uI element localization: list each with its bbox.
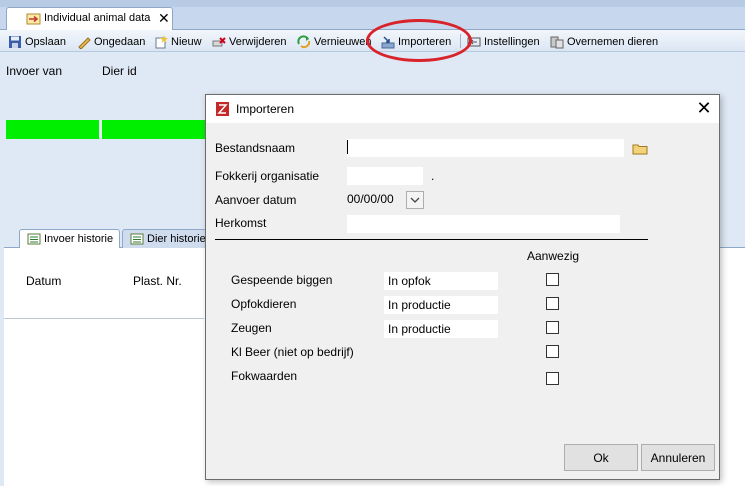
row-label-zeugen: Zeugen: [231, 321, 272, 335]
window-top-band: [0, 0, 745, 7]
aanwezig-checkbox-gespeende-biggen[interactable]: [546, 273, 559, 286]
invoer-historie-label: Invoer historie: [44, 233, 114, 245]
dialog-title: Importeren: [236, 102, 295, 116]
settings-button[interactable]: Instellingen: [467, 33, 540, 50]
status-field-zeugen[interactable]: In productie: [384, 320, 498, 338]
status-field-gespeende-biggen[interactable]: In opfok: [384, 272, 498, 290]
undo-label: Ongedaan: [94, 35, 146, 48]
refresh-button[interactable]: Vernieuwen: [297, 33, 372, 50]
import-dialog: Importeren ✕ Bestandsnaam Fokkerij organ…: [205, 94, 720, 480]
cancel-button[interactable]: Annuleren: [641, 444, 715, 471]
tab-dier-historie[interactable]: Dier historie: [122, 229, 212, 248]
text-caret: [347, 140, 348, 154]
dier-id-label: Dier id: [102, 64, 137, 78]
aanwezig-checkbox-zeugen[interactable]: [546, 321, 559, 334]
column-header-datum[interactable]: Datum: [26, 274, 61, 288]
row-label-kl-beer: Kl Beer (niet op bedrijf): [231, 345, 354, 359]
status-bar-invoer: [6, 120, 99, 139]
save-button[interactable]: Opslaan: [8, 33, 66, 50]
row-label-fokwaarden: Fokwaarden: [231, 369, 298, 383]
close-icon[interactable]: ✕: [692, 97, 716, 119]
invoer-van-label: Invoer van: [6, 64, 63, 78]
new-document-icon: [155, 34, 168, 48]
row-label-opfokdieren: Opfokdieren: [231, 297, 297, 311]
status-field-opfokdieren[interactable]: In productie: [384, 296, 498, 314]
transfer-animals-label: Overnemen dieren: [567, 35, 659, 48]
new-button[interactable]: Nieuw: [154, 33, 202, 50]
transfer-animals-button[interactable]: Overnemen dieren: [550, 33, 658, 50]
delete-icon: [212, 36, 226, 46]
ok-button[interactable]: Ok: [564, 444, 638, 471]
delete-label: Verwijderen: [229, 35, 287, 48]
document-tab-strip: Individual animal data ✕: [0, 0, 745, 31]
herkomst-input[interactable]: [347, 215, 620, 233]
date-picker-button[interactable]: [406, 191, 424, 209]
document-arrow-icon: [26, 13, 41, 25]
tab-title: Individual animal data: [44, 12, 151, 24]
aanwezig-checkbox-fokwaarden[interactable]: [546, 372, 559, 385]
aanwezig-header: Aanwezig: [527, 249, 580, 263]
aanvoer-datum-value[interactable]: 00/00/00: [347, 192, 394, 206]
history-list-icon: [130, 233, 144, 245]
row-label-gespeende-biggen: Gespeende biggen: [231, 273, 333, 287]
bestandsnaam-input[interactable]: [347, 139, 624, 157]
tab-individual-animal-data[interactable]: Individual animal data ✕: [6, 7, 173, 31]
aanwezig-checkbox-kl-beer[interactable]: [546, 345, 559, 358]
chevron-down-icon: [410, 197, 420, 203]
delete-button[interactable]: Verwijderen: [212, 33, 286, 50]
dialog-titlebar: Importeren ✕: [206, 95, 719, 123]
save-label: Opslaan: [25, 35, 66, 48]
settings-label: Instellingen: [484, 35, 540, 48]
fokkerij-organisatie-label: Fokkerij organisatie: [215, 169, 320, 183]
highlight-annotation: [366, 19, 472, 62]
aanwezig-checkbox-opfokdieren[interactable]: [546, 297, 559, 310]
refresh-label: Vernieuwen: [314, 35, 372, 48]
fokkerij-suffix: .: [431, 169, 435, 183]
status-bar-dier-id: [102, 120, 212, 139]
fokkerij-organisatie-input[interactable]: [347, 167, 423, 185]
new-label: Nieuw: [171, 35, 202, 48]
close-tab-icon[interactable]: ✕: [158, 10, 170, 27]
herkomst-label: Herkomst: [215, 216, 267, 230]
tab-invoer-historie[interactable]: Invoer historie: [19, 229, 120, 248]
dialog-separator: [215, 239, 648, 240]
history-list-icon: [27, 233, 41, 245]
bestandsnaam-label: Bestandsnaam: [215, 141, 296, 155]
grid-header-divider: [4, 318, 204, 319]
aanvoer-datum-label: Aanvoer datum: [215, 193, 297, 207]
refresh-icon: [297, 34, 311, 48]
dier-historie-label: Dier historie: [147, 233, 206, 245]
app-logo-icon: [216, 102, 229, 116]
floppy-disk-icon: [9, 35, 21, 48]
folder-icon[interactable]: [632, 143, 648, 155]
undo-button[interactable]: Ongedaan: [77, 33, 145, 50]
transfer-animals-icon: [550, 36, 564, 48]
undo-pencil-icon: [78, 36, 91, 49]
column-header-plast-nr[interactable]: Plast. Nr.: [133, 274, 182, 288]
